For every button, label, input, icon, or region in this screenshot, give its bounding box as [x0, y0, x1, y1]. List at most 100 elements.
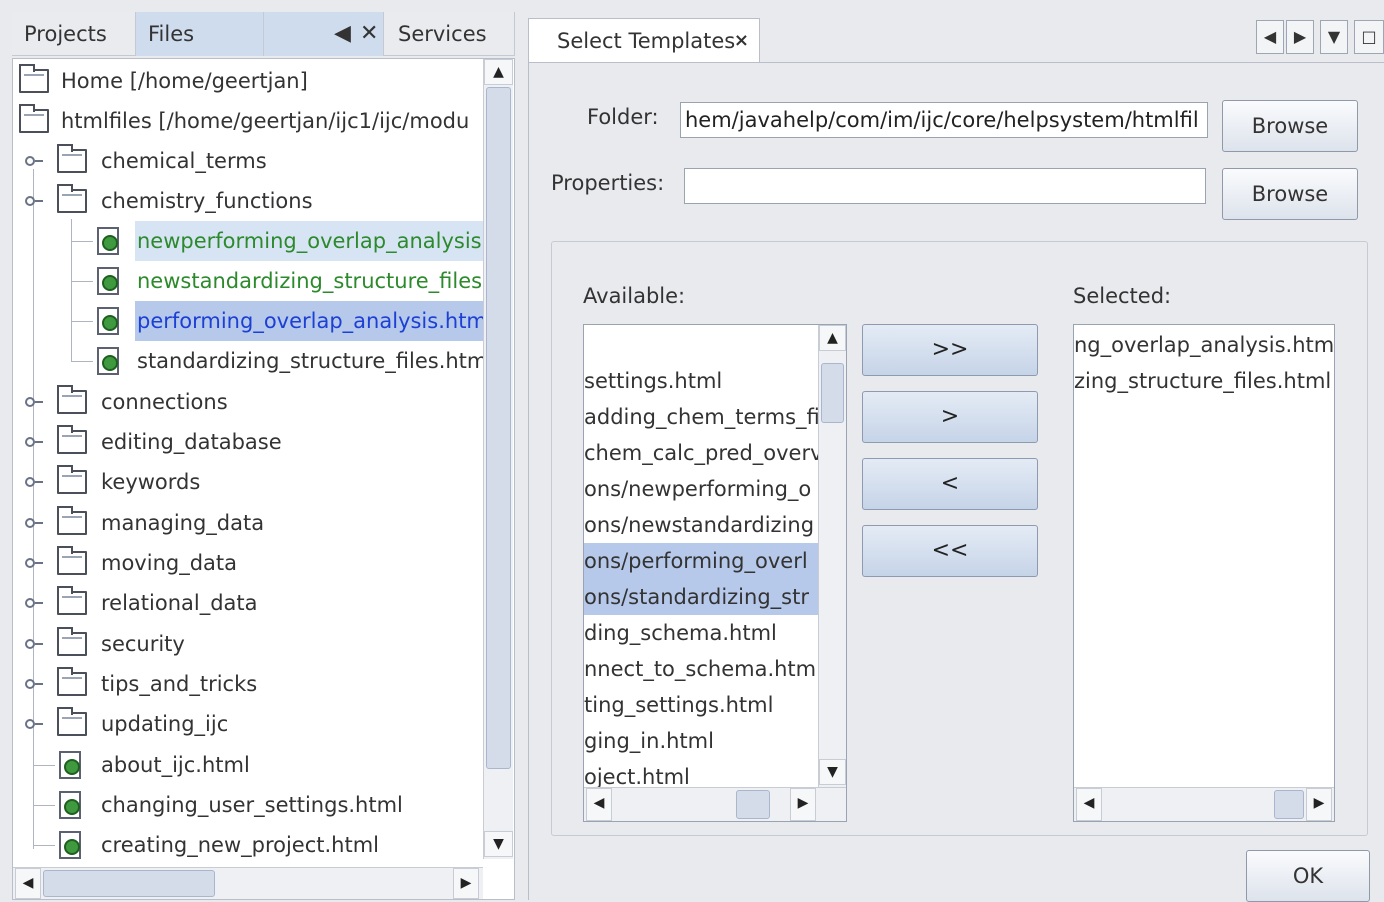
tree-line	[33, 765, 55, 766]
folder-icon	[57, 465, 87, 494]
selected-list[interactable]: ng_overlap_analysis.html zing_structure_…	[1073, 324, 1335, 822]
list-item[interactable]: ons/newstandardizing	[584, 507, 818, 543]
browse-properties-button[interactable]: Browse	[1222, 168, 1358, 220]
expand-toggle-icon[interactable]	[25, 719, 43, 729]
move-left-button[interactable]: <	[862, 458, 1038, 510]
scroll-right-icon[interactable]: ▶	[1306, 788, 1332, 821]
scroll-right-icon[interactable]: ▶	[790, 788, 816, 821]
folder-field[interactable]: hem/javahelp/com/im/ijc/core/helpsystem/…	[680, 102, 1208, 138]
tree-line	[33, 845, 55, 846]
expand-toggle-icon[interactable]	[25, 679, 43, 689]
tree-folder-label: connections	[101, 390, 228, 414]
list-item[interactable]: ons/performing_overl	[584, 543, 818, 579]
list-item[interactable]: ging_in.html	[584, 723, 818, 759]
tree-node-label: chemical_terms	[101, 149, 267, 173]
tree-file-row[interactable]: standardizing_structure_files.htm	[13, 341, 483, 381]
tab-projects[interactable]: Projects	[12, 12, 136, 56]
left-tab-bar: Projects Files ◀ ✕ Services	[12, 12, 515, 56]
move-right-button[interactable]: >	[862, 391, 1038, 443]
file-tree-panel: Home [/home/geertjan] htmlfiles [/home/g…	[12, 58, 515, 900]
scroll-left-icon[interactable]: ◀	[1076, 788, 1102, 821]
tab-select-templates[interactable]: Select Templates ×	[528, 18, 760, 62]
tree-folder-label: moving_data	[101, 551, 238, 575]
tree-file-label: newstandardizing_structure_files	[137, 269, 483, 293]
folder-icon	[57, 586, 87, 615]
tab-dropdown-icon[interactable]: ▼	[1320, 20, 1348, 54]
tree-folder-label: keywords	[101, 470, 201, 494]
selected-horizontal-scrollbar[interactable]: ◀ ▶	[1074, 787, 1334, 821]
list-item[interactable]: ting_settings.html	[584, 687, 818, 723]
scrollbar-thumb[interactable]	[736, 790, 770, 819]
expand-toggle-icon[interactable]	[25, 518, 43, 528]
expand-toggle-icon[interactable]	[25, 437, 43, 447]
html-file-icon	[97, 347, 119, 375]
tree-file-row[interactable]: newstandardizing_structure_files	[13, 261, 483, 301]
scroll-left-icon[interactable]: ◀	[586, 788, 612, 821]
tree-file-label: standardizing_structure_files.htm	[137, 349, 483, 373]
expand-toggle-icon[interactable]	[25, 397, 43, 407]
list-item[interactable]: settings.html	[584, 363, 818, 399]
scrollbar-thumb[interactable]	[1274, 790, 1304, 819]
scroll-left-icon[interactable]: ◀	[15, 868, 41, 899]
ok-button[interactable]: OK	[1246, 850, 1370, 902]
scrollbar-thumb[interactable]	[43, 870, 215, 897]
selected-label: Selected:	[1073, 284, 1172, 308]
scroll-right-icon[interactable]: ▶	[453, 868, 479, 899]
scroll-down-icon[interactable]: ▼	[819, 759, 846, 785]
scrollbar-thumb[interactable]	[486, 87, 511, 769]
expand-toggle-icon[interactable]	[25, 156, 43, 166]
expand-toggle-icon[interactable]	[25, 558, 43, 568]
tree-file-row[interactable]: performing_overlap_analysis.htm	[13, 301, 483, 341]
list-item[interactable]: ng_overlap_analysis.html	[1074, 327, 1334, 363]
tree-line	[71, 361, 93, 362]
browse-folder-button[interactable]: Browse	[1222, 100, 1358, 152]
close-icon[interactable]: ✕	[360, 12, 378, 56]
list-item[interactable]: chem_calc_pred_overv	[584, 435, 823, 471]
list-item[interactable]: nnect_to_schema.html	[584, 651, 822, 687]
scrollbar-thumb[interactable]	[821, 363, 844, 423]
tree-node-label: chemistry_functions	[101, 189, 313, 213]
tree-horizontal-scrollbar[interactable]: ◀ ▶	[13, 867, 483, 899]
collapse-toggle-icon[interactable]	[25, 196, 43, 206]
list-item[interactable]: ding_schema.html	[584, 615, 818, 651]
folder-icon	[57, 546, 87, 575]
scroll-tabs-right-icon[interactable]: ▶	[1286, 20, 1314, 54]
tree-node-label: Home [/home/geertjan]	[61, 69, 308, 93]
list-item[interactable]: zing_structure_files.html	[1074, 363, 1332, 399]
properties-field[interactable]	[684, 168, 1206, 204]
expand-toggle-icon[interactable]	[25, 477, 43, 487]
tab-menu-icon[interactable]: ◀	[334, 12, 351, 56]
available-vertical-scrollbar[interactable]: ▲ ▼	[818, 325, 846, 787]
folder-icon	[57, 667, 87, 696]
html-file-icon	[97, 267, 119, 295]
move-all-left-button[interactable]: <<	[862, 525, 1038, 577]
scroll-down-icon[interactable]: ▼	[484, 831, 513, 857]
available-horizontal-scrollbar[interactable]: ◀ ▶	[584, 787, 846, 821]
tree-file-label: changing_user_settings.html	[101, 793, 403, 817]
folder-icon	[57, 425, 87, 454]
move-all-right-button[interactable]: >>	[862, 324, 1038, 376]
close-icon[interactable]: ×	[734, 19, 749, 63]
available-list[interactable]: settings.html adding_chem_terms_fi chem_…	[583, 324, 847, 822]
folder-icon	[57, 627, 87, 656]
tab-projects-label: Projects	[24, 22, 107, 46]
tree-file-row[interactable]: newperforming_overlap_analysis.	[13, 221, 488, 261]
list-item[interactable]: adding_chem_terms_fi	[584, 399, 820, 435]
folder-icon	[57, 385, 87, 414]
list-item[interactable]: ons/standardizing_str	[584, 579, 818, 615]
scroll-tabs-left-icon[interactable]: ◀	[1256, 20, 1284, 54]
expand-toggle-icon[interactable]	[25, 598, 43, 608]
scroll-up-icon[interactable]: ▲	[819, 325, 846, 351]
tab-files[interactable]: Files	[136, 12, 264, 56]
html-file-icon	[59, 751, 81, 779]
folder-label: Folder:	[587, 105, 659, 129]
tab-services[interactable]: Services	[386, 12, 515, 56]
tree-folder-label: managing_data	[101, 511, 265, 535]
tree-vertical-scrollbar[interactable]: ▲ ▼	[483, 59, 513, 859]
list-item[interactable]: ons/newperforming_o	[584, 471, 818, 507]
expand-toggle-icon[interactable]	[25, 639, 43, 649]
maximize-icon[interactable]: □	[1354, 20, 1384, 54]
folder-icon	[57, 707, 87, 736]
tab-title: Select Templates	[557, 29, 736, 53]
scroll-up-icon[interactable]: ▲	[484, 59, 513, 85]
